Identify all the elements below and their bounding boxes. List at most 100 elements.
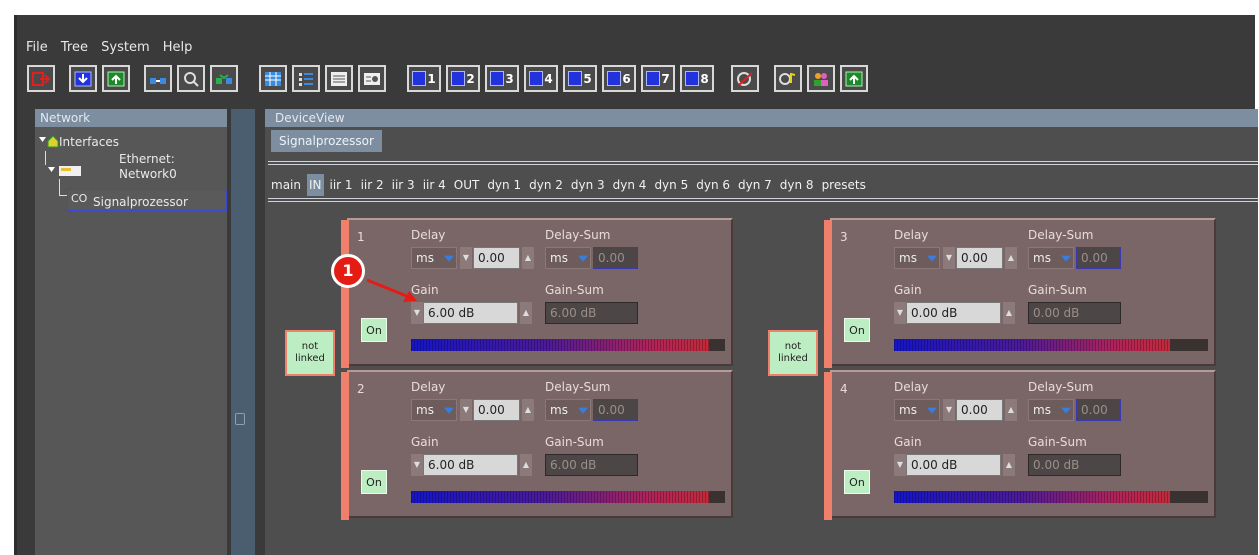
tab-dyn-2[interactable]: dyn 2: [527, 174, 565, 196]
delay-input[interactable]: 0.00: [956, 399, 1003, 421]
ethernet-icon[interactable]: [47, 163, 83, 179]
tab-dyn-8[interactable]: dyn 8: [778, 174, 816, 196]
splitter-handle[interactable]: [235, 413, 245, 425]
preset-8-button[interactable]: 8: [680, 65, 714, 92]
store-button[interactable]: [840, 65, 868, 92]
delay-sum-unit-select[interactable]: ms: [545, 247, 591, 269]
search-device-button[interactable]: [177, 65, 205, 92]
tab-out[interactable]: OUT: [452, 174, 482, 196]
tab-dyn-3[interactable]: dyn 3: [569, 174, 607, 196]
exit-button[interactable]: [27, 65, 55, 92]
mute-button[interactable]: [731, 65, 759, 92]
preset-2-button[interactable]: 2: [446, 65, 480, 92]
delay-sum-label: Delay-Sum: [1028, 228, 1094, 242]
grid-view-button[interactable]: [259, 65, 287, 92]
delay-increment[interactable]: ▲: [1005, 247, 1017, 269]
expand-interfaces-icon[interactable]: [38, 133, 60, 149]
preset-4-button[interactable]: 4: [524, 65, 558, 92]
menu-tree[interactable]: Tree: [61, 37, 88, 59]
delay-input[interactable]: 0.00: [956, 247, 1003, 269]
on-button[interactable]: On: [844, 470, 870, 494]
link-button-3-4[interactable]: not linked: [768, 330, 818, 376]
tab-iir-4[interactable]: iir 4: [421, 174, 448, 196]
delay-sum-unit-select[interactable]: ms: [1028, 247, 1074, 269]
device-tab[interactable]: Signalprozessor: [271, 130, 382, 152]
link-button-1-2[interactable]: not linked: [285, 330, 335, 376]
preset-6-button[interactable]: 6: [602, 65, 636, 92]
network-panel-title: Network: [35, 109, 227, 127]
tab-in[interactable]: IN: [306, 174, 324, 196]
tab-dyn-1[interactable]: dyn 1: [485, 174, 523, 196]
tab-presets[interactable]: presets: [820, 174, 868, 196]
download-button[interactable]: [69, 65, 97, 92]
mute-icon: [737, 71, 753, 86]
delay-unit-value: ms: [899, 251, 917, 265]
gain-label: Gain: [894, 435, 922, 449]
panel-splitter[interactable]: [231, 109, 255, 555]
tab-dyn-6[interactable]: dyn 6: [694, 174, 732, 196]
list-view-button[interactable]: [325, 65, 353, 92]
menu-file[interactable]: File: [26, 37, 48, 59]
tree-device-prefix: CO: [71, 192, 88, 205]
delay-increment[interactable]: ▲: [1005, 399, 1017, 421]
users-button[interactable]: [807, 65, 835, 92]
delay-sum-unit-select[interactable]: ms: [545, 399, 591, 421]
delay-unit-select[interactable]: ms: [411, 399, 457, 421]
channel-bar: [341, 372, 349, 520]
delay-sum-unit-select[interactable]: ms: [1028, 399, 1074, 421]
sync-button[interactable]: [210, 65, 238, 92]
connect-button[interactable]: [144, 65, 172, 92]
gain-input[interactable]: 0.00 dB: [906, 302, 1001, 324]
tab-dyn-7[interactable]: dyn 7: [736, 174, 774, 196]
tree-view-button[interactable]: [292, 65, 320, 92]
tree-device-item[interactable]: CO Signalprozessor: [67, 189, 227, 211]
delay-increment[interactable]: ▲: [522, 247, 534, 269]
delay-decrement[interactable]: ▼: [943, 247, 955, 269]
gain-input[interactable]: 6.00 dB: [423, 454, 518, 476]
delay-sum-value: 0.00: [1076, 247, 1121, 269]
on-button[interactable]: On: [844, 318, 870, 342]
delay-decrement[interactable]: ▼: [460, 247, 472, 269]
preset-5-button[interactable]: 5: [563, 65, 597, 92]
delay-unit-select[interactable]: ms: [894, 399, 940, 421]
delay-decrement[interactable]: ▼: [943, 399, 955, 421]
delay-unit-select[interactable]: ms: [894, 247, 940, 269]
link-label-line2: linked: [295, 353, 325, 364]
monitor-view-button[interactable]: [358, 65, 386, 92]
gain-increment[interactable]: ▲: [520, 454, 532, 476]
tab-main[interactable]: main: [269, 174, 303, 196]
tree-interfaces[interactable]: Interfaces: [59, 135, 119, 149]
tab-iir-1[interactable]: iir 1: [328, 174, 355, 196]
tab-dyn-5[interactable]: dyn 5: [652, 174, 690, 196]
gain-decrement[interactable]: ▼: [411, 454, 423, 476]
tab-iir-2[interactable]: iir 2: [359, 174, 386, 196]
tab-dyn-4[interactable]: dyn 4: [611, 174, 649, 196]
on-button[interactable]: On: [361, 470, 387, 494]
callout-arrow: [366, 278, 417, 302]
gain-increment[interactable]: ▲: [1003, 302, 1015, 324]
gain-decrement[interactable]: ▼: [894, 454, 906, 476]
menu-help[interactable]: Help: [163, 37, 193, 59]
upload-button[interactable]: [102, 65, 130, 92]
preset-1-button[interactable]: 1: [407, 65, 441, 92]
preset-3-button[interactable]: 3: [485, 65, 519, 92]
delay-increment[interactable]: ▲: [522, 399, 534, 421]
delay-input[interactable]: 0.00: [473, 247, 520, 269]
gain-input[interactable]: 6.00 dB: [423, 302, 518, 324]
delay-unit-value: ms: [416, 403, 434, 417]
preset-7-button[interactable]: 7: [641, 65, 675, 92]
gain-input[interactable]: 0.00 dB: [906, 454, 1001, 476]
menu-system[interactable]: System: [101, 37, 149, 59]
tree-ethernet-network[interactable]: Network0: [119, 167, 177, 181]
delay-decrement[interactable]: ▼: [460, 399, 472, 421]
gain-decrement[interactable]: ▼: [894, 302, 906, 324]
delay-sum-label: Delay-Sum: [1028, 380, 1094, 394]
tree-ethernet-label: Ethernet:: [119, 152, 175, 166]
tab-iir-3[interactable]: iir 3: [390, 174, 417, 196]
delay-input[interactable]: 0.00: [473, 399, 520, 421]
gain-increment[interactable]: ▲: [1003, 454, 1015, 476]
page-tabs: main IN iir 1 iir 2 iir 3 iir 4 OUT dyn 1 dyn 2d…: [269, 174, 872, 196]
gain-increment[interactable]: ▲: [520, 302, 532, 324]
audio-button[interactable]: [774, 65, 802, 92]
on-button[interactable]: On: [361, 318, 387, 342]
